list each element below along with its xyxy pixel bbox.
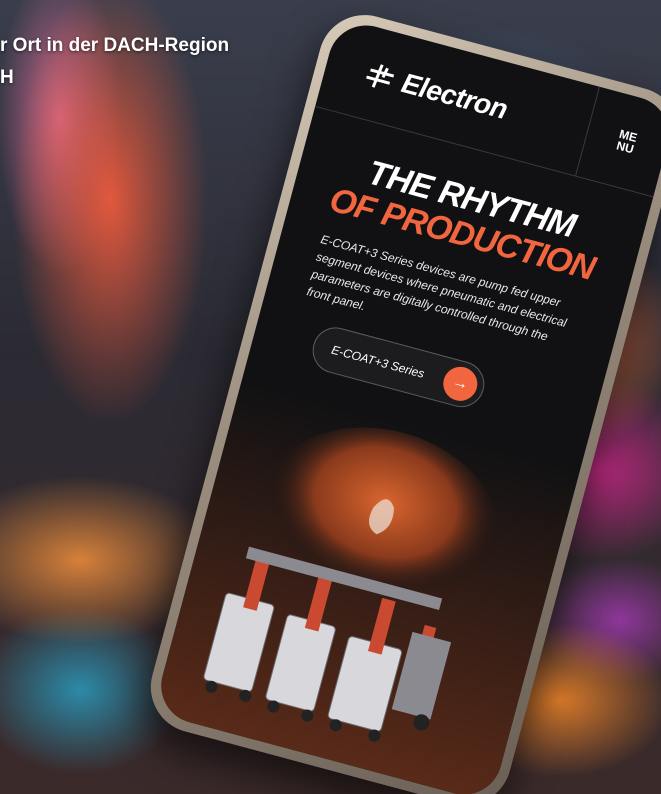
- powder-coating-machines-illustration: [152, 384, 579, 794]
- headline-text: r Ort in der DACH-Region H: [0, 30, 229, 94]
- electron-logo-icon: [366, 64, 395, 88]
- brand-logo[interactable]: Electron: [362, 58, 511, 125]
- headline-line-2: H: [0, 67, 14, 88]
- product-series-button-label: E-COAT+3 Series: [330, 342, 426, 381]
- menu-button[interactable]: ME NU: [575, 86, 661, 197]
- product-image: [152, 384, 579, 794]
- arrow-right-icon: →: [439, 363, 482, 405]
- scene: r Ort in der DACH-Region H Electron ME N…: [0, 0, 661, 794]
- brand-name: Electron: [398, 67, 511, 126]
- menu-label-line-2: NU: [614, 138, 636, 157]
- headline-line-1: r Ort in der DACH-Region: [0, 35, 230, 56]
